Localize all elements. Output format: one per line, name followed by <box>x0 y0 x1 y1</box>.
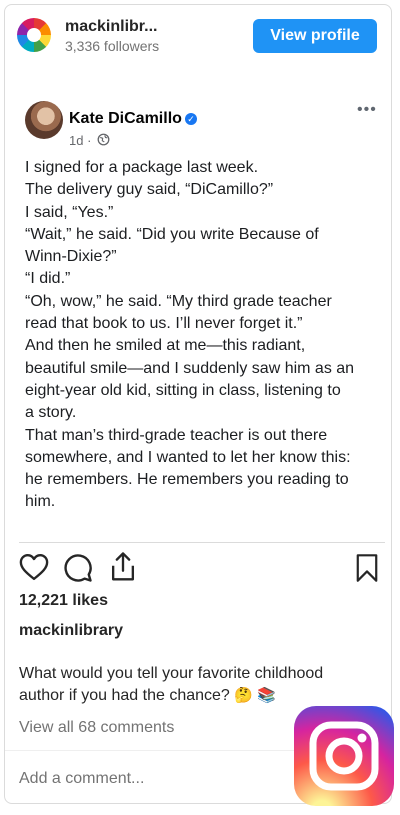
post-line: he remembers. He remembers you reading t… <box>25 471 349 489</box>
post-line: eight-year old kid, sitting in class, li… <box>25 381 341 399</box>
embed-header: mackinlibr... 3,336 followers View profi… <box>5 5 391 67</box>
post-line: him. <box>25 493 56 511</box>
post-line: Winn-Dixie?” <box>25 248 117 266</box>
instagram-logo-icon <box>294 706 394 806</box>
verified-badge-icon: ✓ <box>185 113 197 125</box>
post-line: “I did.” <box>25 270 71 288</box>
post-line: a story. <box>25 404 77 422</box>
comment-icon[interactable] <box>63 553 93 583</box>
post-body-text: I signed for a package last week. The de… <box>25 157 375 514</box>
post-line: The delivery guy said, “DiCamillo?” <box>25 181 274 199</box>
caption-author[interactable]: mackinlibrary <box>19 622 123 640</box>
divider <box>19 542 385 543</box>
bookmark-icon[interactable] <box>355 553 379 583</box>
post-line: beautiful smile—and I suddenly saw him a… <box>25 359 355 377</box>
post-line: “Wait,” he said. “Did you write Because … <box>25 225 319 243</box>
embedded-post-screenshot: Kate DiCamillo ✓ 1d · ••• I signed for a… <box>5 89 391 537</box>
post-timestamp: 1d · <box>69 133 92 148</box>
post-line: read that book to us. I’ll never forget … <box>25 315 303 333</box>
account-username[interactable]: mackinlibr... <box>65 18 157 36</box>
post-line: And then he smiled at me—this radiant, <box>25 337 306 355</box>
post-line: somewhere, and I wanted to let her know … <box>25 448 351 466</box>
account-avatar[interactable] <box>17 18 51 52</box>
follower-count: 3,336 followers <box>65 38 160 54</box>
view-all-comments-link[interactable]: View all 68 comments <box>19 719 174 737</box>
globe-icon <box>97 133 110 146</box>
heart-icon[interactable] <box>19 553 49 581</box>
likes-count[interactable]: 12,221 likes <box>19 592 108 610</box>
caption-emoji: 🤔 📚 <box>234 687 276 704</box>
more-options-icon: ••• <box>357 101 377 118</box>
post-line: That man’s third-grade teacher is out th… <box>25 426 328 444</box>
caption-body: What would you tell your favorite childh… <box>19 665 324 704</box>
post-line: I signed for a package last week. <box>25 159 259 176</box>
action-bar <box>5 551 391 585</box>
post-author-name: Kate DiCamillo <box>69 110 182 127</box>
instagram-embed-card: mackinlibr... 3,336 followers View profi… <box>4 4 392 804</box>
post-line: I said, “Yes.” <box>25 203 114 221</box>
caption-text: What would you tell your favorite childh… <box>19 663 359 707</box>
add-comment-input[interactable]: Add a comment... <box>19 770 144 788</box>
share-icon[interactable] <box>108 551 138 583</box>
post-author-avatar <box>25 101 63 139</box>
view-profile-button[interactable]: View profile <box>253 19 377 53</box>
post-line: “Oh, wow,” he said. “My third grade teac… <box>25 292 332 310</box>
instagram-glyph-icon <box>309 721 379 791</box>
